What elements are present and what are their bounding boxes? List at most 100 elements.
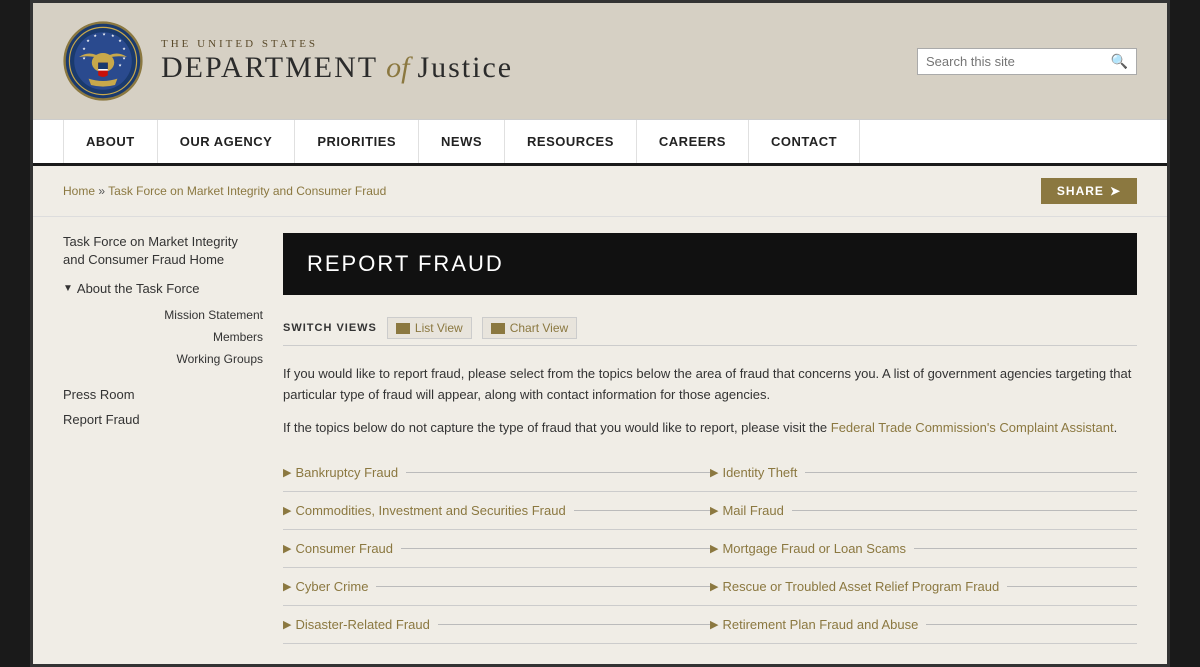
divider-line: [805, 472, 1137, 473]
breadcrumb-home[interactable]: Home: [63, 184, 95, 198]
sidebar: Task Force on Market Integrity and Consu…: [63, 217, 263, 644]
arrow-icon-r2: ▶: [710, 542, 718, 555]
fraud-link-cyber[interactable]: Cyber Crime: [295, 579, 368, 594]
chart-view-label: Chart View: [510, 321, 568, 335]
list-icon: [396, 323, 410, 334]
fraud-link-identity[interactable]: Identity Theft: [722, 465, 797, 480]
nav-item-resources[interactable]: RESOURCES: [505, 120, 637, 163]
nav-item-priorities[interactable]: PRIORITIES: [295, 120, 419, 163]
list-view-label: List View: [415, 321, 463, 335]
arrow-icon-r1: ▶: [710, 504, 718, 517]
fraud-item-cyber: ▶ Cyber Crime: [283, 568, 710, 606]
svg-text:★: ★: [118, 38, 122, 43]
dept-top-text: THE UNITED STATES: [161, 38, 513, 50]
divider-line: [406, 472, 710, 473]
list-view-button[interactable]: List View: [387, 317, 472, 339]
divider-line: [376, 586, 710, 587]
search-box[interactable]: 🔍: [917, 48, 1137, 75]
svg-text:★: ★: [82, 55, 86, 60]
intro-p2-post: .: [1114, 420, 1118, 435]
department-name: THE UNITED STATES DEPARTMENT of Justice: [161, 38, 513, 83]
sidebar-item-report-fraud[interactable]: Report Fraud: [63, 407, 263, 432]
arrow-icon-1: ▶: [283, 504, 291, 517]
svg-text:★: ★: [82, 46, 86, 51]
divider-line: [438, 624, 710, 625]
divider-line: [401, 548, 710, 549]
fraud-item-consumer: ▶ Consumer Fraud: [283, 530, 710, 568]
intro-p2-pre: If the topics below do not capture the t…: [283, 420, 831, 435]
breadcrumb: Home » Task Force on Market Integrity an…: [63, 184, 386, 198]
intro-paragraph-2: If the topics below do not capture the t…: [283, 418, 1137, 439]
arrow-icon-0: ▶: [283, 466, 291, 479]
nav-item-careers[interactable]: CAREERS: [637, 120, 749, 163]
breadcrumb-current[interactable]: Task Force on Market Integrity and Consu…: [108, 184, 386, 198]
arrow-icon-r0: ▶: [710, 466, 718, 479]
svg-text:★: ★: [118, 63, 122, 68]
about-section-label: About the Task Force: [77, 281, 200, 296]
fraud-item-retirement: ▶ Retirement Plan Fraud and Abuse: [710, 606, 1137, 644]
fraud-link-commodities[interactable]: Commodities, Investment and Securities F…: [295, 503, 565, 518]
fraud-item-commodities: ▶ Commodities, Investment and Securities…: [283, 492, 710, 530]
main-layout: Task Force on Market Integrity and Consu…: [33, 217, 1167, 664]
arrow-icon-4: ▶: [283, 618, 291, 631]
fraud-link-bankruptcy[interactable]: Bankruptcy Fraud: [295, 465, 398, 480]
breadcrumb-separator: »: [98, 184, 108, 198]
svg-text:★: ★: [102, 31, 106, 36]
nav-item-contact[interactable]: CONTACT: [749, 120, 860, 163]
fraud-item-identity-theft: ▶ Identity Theft: [710, 454, 1137, 492]
sidebar-item-members[interactable]: Members: [79, 326, 263, 348]
sidebar-item-mission[interactable]: Mission Statement: [79, 304, 263, 326]
sidebar-home-link[interactable]: Task Force on Market Integrity and Consu…: [63, 233, 263, 269]
page-wrapper: Home » Task Force on Market Integrity an…: [33, 166, 1167, 664]
arrow-icon-r4: ▶: [710, 618, 718, 631]
share-icon: ➤: [1110, 184, 1121, 198]
share-label: SHARE: [1057, 184, 1104, 198]
divider-line: [1007, 586, 1137, 587]
chart-view-button[interactable]: Chart View: [482, 317, 577, 339]
divider-line: [914, 548, 1137, 549]
sidebar-home-text: Task Force on Market Integrity and Consu…: [63, 234, 238, 267]
ftc-link[interactable]: Federal Trade Commission's Complaint Ass…: [831, 420, 1114, 435]
page-title: REPORT FRAUD: [307, 251, 504, 276]
arrow-icon-3: ▶: [283, 580, 291, 593]
divider-line: [574, 510, 710, 511]
svg-text:★: ★: [111, 33, 115, 38]
switch-views-bar: SWITCH VIEWS List View Chart View: [283, 311, 1137, 346]
fraud-link-mortgage[interactable]: Mortgage Fraud or Loan Scams: [722, 541, 906, 556]
fraud-link-retirement[interactable]: Retirement Plan Fraud and Abuse: [722, 617, 918, 632]
nav-item-our-agency[interactable]: OUR AGENCY: [158, 120, 296, 163]
fraud-link-mail[interactable]: Mail Fraud: [722, 503, 783, 518]
navbar: ABOUT OUR AGENCY PRIORITIES NEWS RESOURC…: [33, 119, 1167, 166]
fraud-link-consumer[interactable]: Consumer Fraud: [295, 541, 393, 556]
doj-seal: ★ ★ ★ ★ ★ ★ ★ ★ ★ ★: [63, 21, 143, 101]
fraud-item-bankruptcy: ▶ Bankruptcy Fraud: [283, 454, 710, 492]
fraud-item-rescue: ▶ Rescue or Troubled Asset Relief Progra…: [710, 568, 1137, 606]
breadcrumb-bar: Home » Task Force on Market Integrity an…: [33, 166, 1167, 217]
arrow-icon-2: ▶: [283, 542, 291, 555]
sidebar-item-press-room[interactable]: Press Room: [63, 382, 263, 407]
search-input[interactable]: [926, 54, 1111, 69]
nav-item-news[interactable]: NEWS: [419, 120, 505, 163]
dept-main-text: DEPARTMENT: [161, 51, 378, 84]
logo-area: ★ ★ ★ ★ ★ ★ ★ ★ ★ ★ THE U: [63, 21, 513, 101]
fraud-item-mail-fraud: ▶ Mail Fraud: [710, 492, 1137, 530]
search-icon: 🔍: [1111, 53, 1128, 70]
intro-paragraph-1: If you would like to report fraud, pleas…: [283, 364, 1137, 406]
sidebar-item-working-groups[interactable]: Working Groups: [79, 348, 263, 370]
fraud-link-disaster[interactable]: Disaster-Related Fraud: [295, 617, 429, 632]
svg-text:★: ★: [86, 38, 90, 43]
page-title-bar: REPORT FRAUD: [283, 233, 1137, 295]
main-content: REPORT FRAUD SWITCH VIEWS List View Char…: [283, 217, 1137, 644]
divider-line: [792, 510, 1137, 511]
dept-of-text: of: [386, 51, 409, 84]
expand-icon: ▼: [63, 283, 73, 294]
switch-views-label: SWITCH VIEWS: [283, 322, 377, 334]
nav-item-about[interactable]: ABOUT: [63, 120, 158, 163]
fraud-link-rescue[interactable]: Rescue or Troubled Asset Relief Program …: [722, 579, 999, 594]
fraud-item-mortgage: ▶ Mortgage Fraud or Loan Scams: [710, 530, 1137, 568]
fraud-item-disaster: ▶ Disaster-Related Fraud: [283, 606, 710, 644]
share-button[interactable]: SHARE ➤: [1041, 178, 1137, 204]
sidebar-about-section[interactable]: ▼ About the Task Force: [63, 281, 263, 296]
sidebar-sub-items: Mission Statement Members Working Groups: [79, 304, 263, 370]
chart-icon: [491, 323, 505, 334]
